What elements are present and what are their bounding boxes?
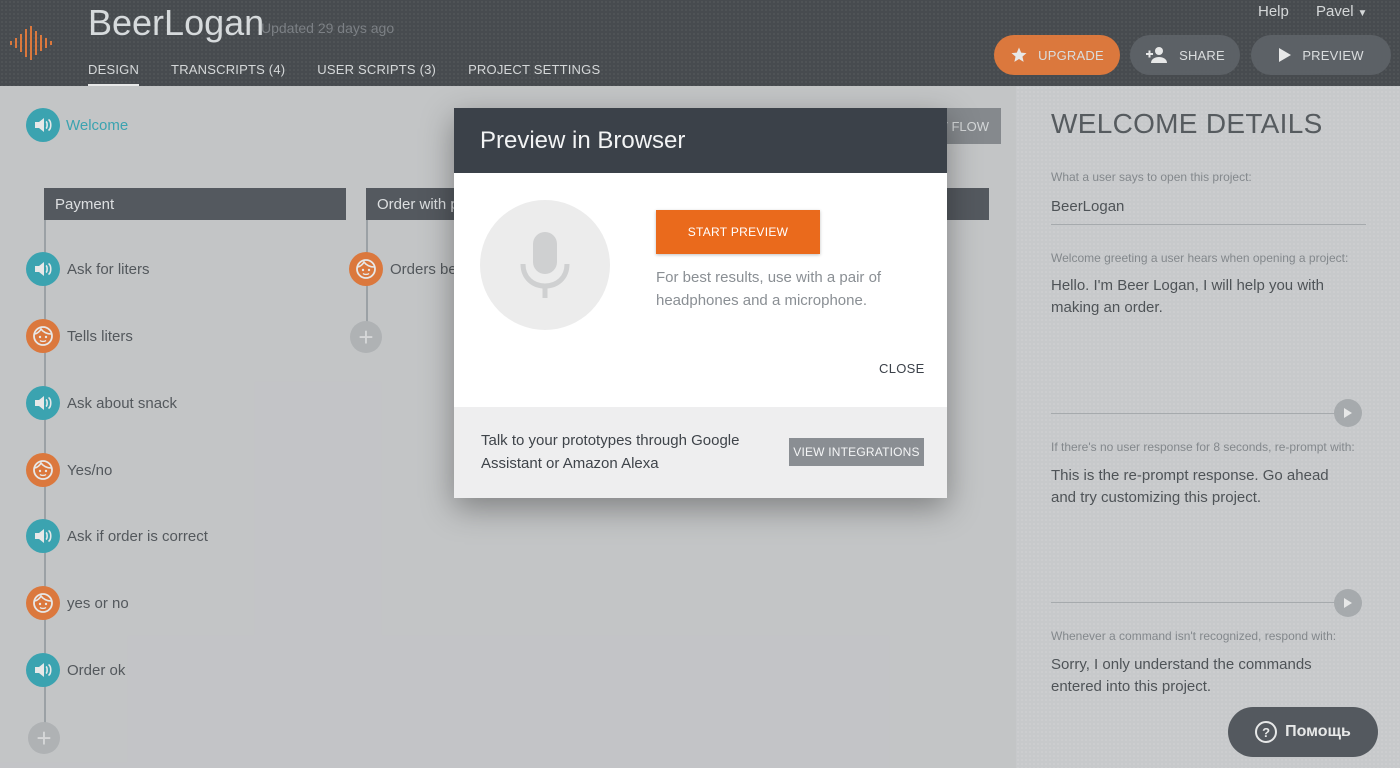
close-button[interactable]: CLOSE [879, 361, 925, 376]
modal-title: Preview in Browser [454, 108, 947, 173]
start-preview-button[interactable]: START PREVIEW [656, 210, 820, 254]
modal-footer: Talk to your prototypes through Google A… [454, 407, 947, 498]
microphone-icon [480, 200, 610, 330]
preview-modal: Preview in Browser START PREVIEW For bes… [454, 108, 947, 498]
preview-note: For best results, use with a pair of hea… [656, 269, 882, 309]
view-integrations-button[interactable]: VIEW INTEGRATIONS [789, 438, 924, 466]
integrations-text: Talk to your prototypes through Google A… [481, 432, 740, 472]
